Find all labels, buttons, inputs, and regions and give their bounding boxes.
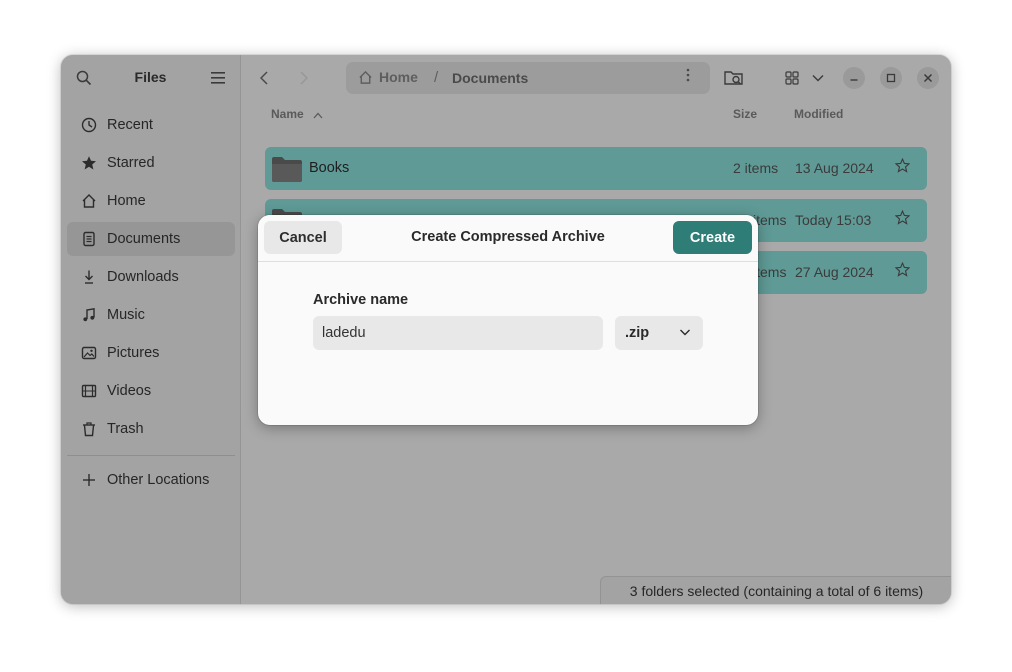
sidebar-item-music[interactable]: Music (67, 298, 235, 332)
file-row[interactable]: Books 2 items 13 Aug 2024 (265, 147, 927, 190)
minimize-icon (850, 79, 858, 81)
maximize-button[interactable] (880, 67, 902, 89)
sidebar-item-label: Home (107, 193, 146, 209)
column-header-size[interactable]: Size (733, 107, 757, 121)
plus-icon (79, 470, 99, 490)
sidebar-item-pictures[interactable]: Pictures (67, 336, 235, 370)
sidebar-item-label: Recent (107, 117, 153, 133)
sidebar-item-trash[interactable]: Trash (67, 412, 235, 446)
sidebar-item-label: Videos (107, 383, 152, 399)
home-icon (358, 70, 373, 85)
create-button[interactable]: Create (673, 221, 752, 254)
star-icon (79, 153, 99, 173)
music-icon (79, 305, 99, 325)
sidebar-item-label: Documents (107, 231, 181, 247)
chevron-down-icon (679, 325, 691, 344)
breadcrumb-current[interactable]: Documents (452, 70, 528, 86)
sort-ascending-icon (313, 108, 323, 122)
breadcrumb-separator: / (434, 69, 439, 86)
sidebar-item-label: Trash (107, 421, 144, 437)
close-icon (923, 73, 933, 83)
sidebar-item-documents[interactable]: Documents (67, 222, 235, 256)
sidebar-item-home[interactable]: Home (67, 184, 235, 218)
hamburger-menu-icon[interactable] (209, 69, 227, 87)
sidebar-item-starred[interactable]: Starred (67, 146, 235, 180)
maximize-icon (886, 73, 896, 83)
sidebar-item-label: Starred (107, 155, 155, 171)
grid-view-icon[interactable] (783, 69, 801, 87)
sidebar-item-videos[interactable]: Videos (67, 374, 235, 408)
file-name: Books (309, 160, 350, 176)
video-icon (79, 381, 99, 401)
sidebar-item-label: Pictures (107, 345, 160, 361)
close-button[interactable] (917, 67, 939, 89)
column-header-name[interactable]: Name (271, 107, 323, 122)
download-icon (79, 267, 99, 287)
file-size: items (753, 264, 787, 280)
file-modified: 13 Aug 2024 (795, 160, 874, 176)
dialog-header: Cancel Create Compressed Archive Create (258, 215, 758, 262)
breadcrumb-home-label: Home (379, 69, 418, 85)
forward-icon[interactable] (297, 69, 311, 87)
sidebar: Files Recent Starred Home Documents Down… (61, 55, 241, 604)
sidebar-item-recent[interactable]: Recent (67, 108, 235, 142)
sidebar-item-downloads[interactable]: Downloads (67, 260, 235, 294)
create-archive-dialog: Cancel Create Compressed Archive Create … (258, 215, 758, 425)
sidebar-header: Files (61, 55, 240, 101)
file-size: 2 items (733, 160, 779, 176)
trash-icon (79, 419, 99, 439)
file-modified: Today 15:03 (795, 212, 872, 228)
sidebar-item-other-locations[interactable]: Other Locations (67, 463, 235, 497)
column-header-modified[interactable]: Modified (794, 107, 843, 121)
path-menu-icon[interactable] (686, 68, 690, 87)
path-bar[interactable]: Home / Documents (346, 62, 710, 94)
sidebar-item-label: Music (107, 307, 145, 323)
back-icon[interactable] (257, 69, 271, 87)
star-icon[interactable] (894, 209, 911, 230)
search-folder-icon[interactable] (723, 68, 745, 88)
file-size: items (753, 212, 787, 228)
picture-icon (79, 343, 99, 363)
home-icon (79, 191, 99, 211)
minimize-button[interactable] (843, 67, 865, 89)
breadcrumb-home[interactable]: Home (358, 69, 418, 85)
chevron-down-icon[interactable] (810, 69, 826, 87)
clock-icon (79, 115, 99, 135)
extension-dropdown[interactable]: .zip (615, 316, 703, 350)
star-icon[interactable] (894, 157, 911, 178)
status-bar: 3 folders selected (containing a total o… (600, 576, 951, 604)
sidebar-item-label: Downloads (107, 269, 179, 285)
archive-name-label: Archive name (313, 292, 409, 308)
sidebar-item-label: Other Locations (107, 472, 210, 488)
archive-name-input[interactable] (313, 316, 603, 350)
file-modified: 27 Aug 2024 (795, 264, 874, 280)
extension-value: .zip (625, 325, 650, 341)
folder-icon (272, 157, 302, 182)
sidebar-divider (67, 455, 235, 456)
star-icon[interactable] (894, 261, 911, 282)
column-name-label: Name (271, 107, 304, 121)
document-icon (79, 229, 99, 249)
